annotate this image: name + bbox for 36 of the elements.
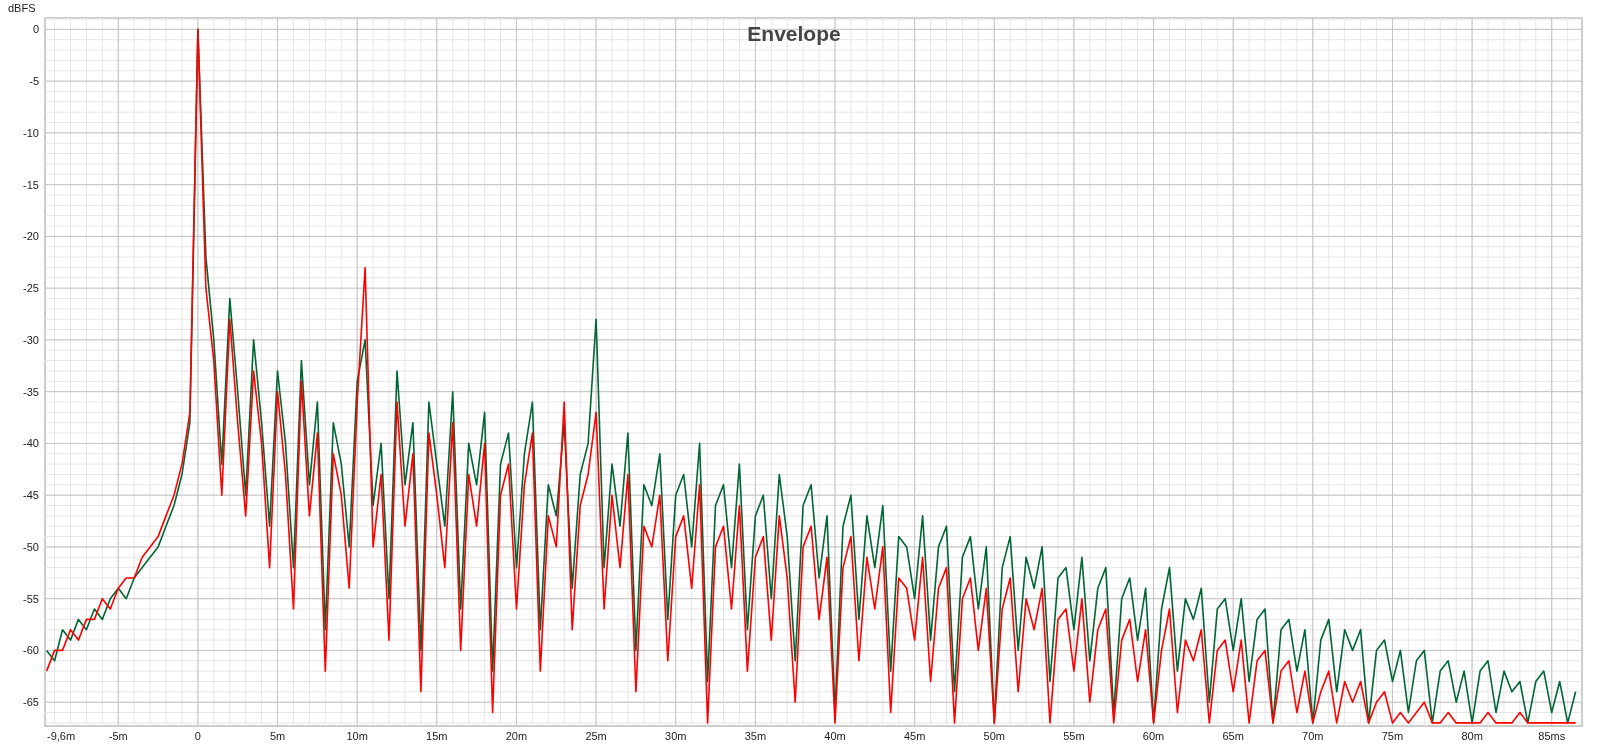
x-tick-label: 30m — [665, 730, 687, 742]
x-tick-label: 55m — [1063, 730, 1085, 742]
y-tick-label: -10 — [23, 126, 39, 139]
x-tick-label: 45m — [903, 730, 926, 742]
x-tick-label: 50m — [983, 730, 1005, 742]
x-tick-label: 70m — [1302, 730, 1324, 742]
x-tick-label: 0 — [194, 730, 201, 742]
y-tick-label: -15 — [23, 178, 39, 191]
x-tick-label: 85ms — [1538, 730, 1566, 742]
y-tick-label: -50 — [23, 540, 39, 553]
y-axis-label: dBFS — [8, 2, 36, 14]
x-tick-label: 60m — [1142, 730, 1165, 742]
y-tick-label: -45 — [23, 489, 39, 502]
x-tick-label: 75m — [1381, 730, 1404, 742]
x-tick-label: 5m — [269, 730, 286, 742]
x-tick-label: 35m — [744, 730, 767, 742]
y-tick-label: -5 — [29, 75, 39, 88]
y-tick-label: -55 — [23, 592, 39, 605]
y-tick-label: -40 — [23, 437, 39, 450]
y-tick-label: 0 — [32, 23, 39, 36]
x-tick-label: 40m — [824, 730, 846, 742]
x-tick-label: 10m — [346, 730, 368, 742]
x-tick-label: 80m — [1461, 730, 1483, 742]
y-tick-label: -25 — [23, 282, 39, 295]
x-tick-label: 25m — [585, 730, 607, 742]
x-tick-label: -9,6m — [47, 730, 76, 742]
x-tick-label: 15m — [426, 730, 448, 742]
y-tick-label: -60 — [23, 644, 39, 657]
y-tick-label: -65 — [23, 696, 39, 709]
y-tick-label: -30 — [23, 333, 39, 346]
chart-title: Envelope — [747, 22, 841, 45]
y-tick-label: -35 — [23, 385, 39, 398]
x-tick-label: 20m — [505, 730, 528, 742]
x-tick-label: -5m — [108, 730, 128, 742]
y-tick-label: -20 — [23, 230, 39, 243]
x-tick-label: 65m — [1222, 730, 1244, 742]
